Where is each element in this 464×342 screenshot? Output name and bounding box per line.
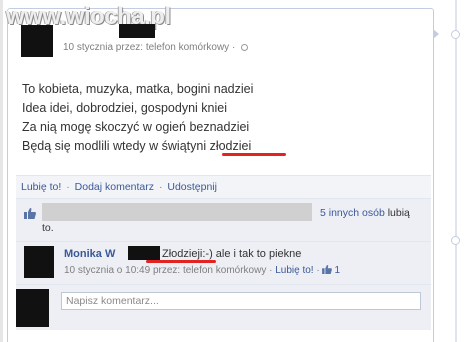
comment-item: Monika W Złodzieji:-) ale i tak to piekn… xyxy=(16,242,431,285)
post-meta: 10 stycznia przez: telefon komórkowy · xyxy=(63,42,249,53)
write-comment-row: Napisz komentarz... xyxy=(16,285,431,330)
poem-line: To kobieta, muzyka, matka, bogini nadzie… xyxy=(22,82,254,96)
comment-meta: 10 stycznia o 10:49 przez: telefon komór… xyxy=(64,265,340,276)
poem-line: Idea idei, dobrodziei, gospodyni kniei xyxy=(22,101,227,115)
commenter-avatar[interactable] xyxy=(24,246,54,278)
facebook-post-screenshot: www.wiocha.pl 10 stycznia przez: telefon… xyxy=(0,0,464,342)
comment-author[interactable]: Monika W xyxy=(64,248,115,260)
poem-line: Będą się modlili wtedy w świątyni złodzi… xyxy=(22,137,253,156)
redacted-names xyxy=(42,203,312,221)
thumbs-up-icon xyxy=(322,265,333,274)
poem-line: Za nią mogę skoczyć w ogień beznadziei xyxy=(22,120,250,134)
timeline-dot xyxy=(451,30,460,39)
others-link[interactable]: 5 innych osób xyxy=(320,207,385,219)
comment-input[interactable]: Napisz komentarz... xyxy=(61,292,421,310)
thumbs-up-icon xyxy=(24,208,36,219)
comment-highlight: Złodzieji:-) xyxy=(162,248,213,260)
share-link[interactable]: Udostępnij xyxy=(167,181,217,193)
red-underline-annotation xyxy=(222,153,286,156)
add-comment-link[interactable]: Dodaj komentarz xyxy=(75,181,154,193)
red-underline-annotation xyxy=(146,260,216,263)
comment-text: Złodzieji:-) ale i tak to piekne xyxy=(162,248,301,260)
likes-end: to. xyxy=(42,222,54,234)
poem-last-prefix: Będą się modlili wtedy w świątyni xyxy=(22,139,210,153)
comment-like-count[interactable]: 1 xyxy=(332,265,340,276)
post-text: To kobieta, muzyka, matka, bogini nadzie… xyxy=(22,80,253,156)
comment-meta-text: 10 stycznia o 10:49 przez: telefon komór… xyxy=(64,265,276,276)
redaction-bar xyxy=(128,246,160,260)
like-link[interactable]: Lubię to! xyxy=(16,181,61,193)
comment-like-link[interactable]: Lubię to! xyxy=(275,265,313,276)
viewer-avatar xyxy=(16,289,49,327)
post-meta-text: 10 stycznia przez: telefon komórkowy · xyxy=(63,42,239,53)
comment-rest: ale i tak to piekne xyxy=(212,248,302,260)
separator: · xyxy=(313,265,323,276)
poem-highlight-word: złodziei xyxy=(209,139,252,153)
likes-verb: lubią xyxy=(384,207,410,219)
redaction-bar xyxy=(119,24,155,38)
timeline-left-line xyxy=(0,0,3,342)
timeline-spine xyxy=(455,0,457,342)
separator: · xyxy=(158,181,163,193)
separator: · xyxy=(66,181,70,193)
likes-tail: 5 innych osób lubią xyxy=(320,207,410,219)
globe-icon[interactable] xyxy=(241,44,249,51)
likes-summary-row: 5 innych osób lubią to. xyxy=(16,199,431,242)
post-actions-bar: Lubię to! · Dodaj komentarz · Udostępnij xyxy=(16,175,431,199)
timeline-dot xyxy=(451,236,460,245)
